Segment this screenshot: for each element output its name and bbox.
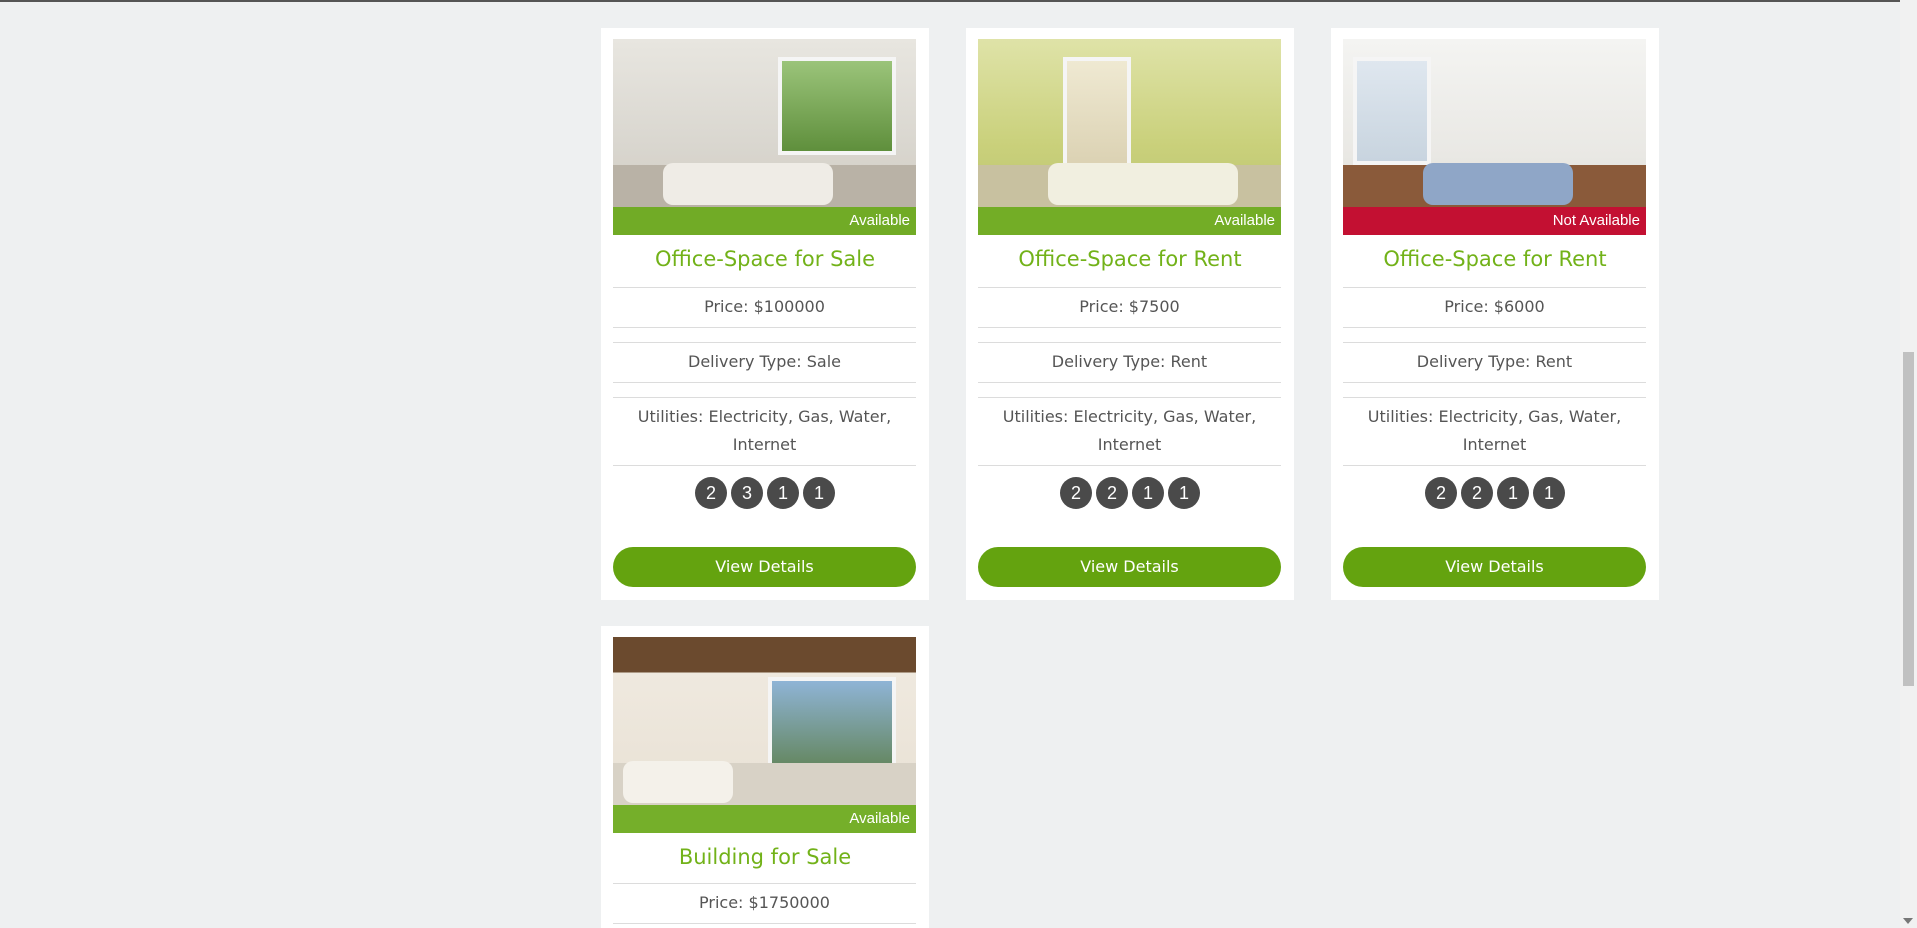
delivery-type-text: Delivery Type: Rent	[1051, 352, 1208, 371]
property-photo[interactable]: Available	[613, 39, 916, 235]
price-text: Price: $1750000	[699, 893, 830, 912]
browser-top-border	[0, 0, 1917, 2]
divider	[613, 327, 916, 328]
divider	[1343, 382, 1646, 383]
divider	[978, 287, 1281, 288]
feature-badges: 2 2 1 1	[1331, 477, 1659, 509]
feature-count-badge: 2	[1060, 477, 1092, 509]
feature-count-badge: 1	[1533, 477, 1565, 509]
divider	[978, 382, 1281, 383]
property-title[interactable]: Office-Space for Rent	[966, 247, 1294, 271]
divider	[978, 327, 1281, 328]
feature-count-badge: 1	[1168, 477, 1200, 509]
feature-count-badge: 1	[1497, 477, 1529, 509]
utilities-text-line2: Internet	[1462, 435, 1527, 454]
divider	[1343, 342, 1646, 343]
divider	[1343, 287, 1646, 288]
divider	[613, 923, 916, 924]
divider	[978, 342, 1281, 343]
property-card: Available Building for Sale Price: $1750…	[601, 626, 929, 928]
divider	[613, 397, 916, 398]
feature-badges: 2 2 1 1	[966, 477, 1294, 509]
divider	[613, 287, 916, 288]
feature-count-badge: 1	[1132, 477, 1164, 509]
feature-count-badge: 3	[731, 477, 763, 509]
delivery-type-text: Delivery Type: Sale	[688, 352, 841, 371]
utilities-text-line1: Utilities: Electricity, Gas, Water,	[637, 407, 892, 426]
availability-badge: Available	[613, 207, 916, 235]
property-card: Available Office-Space for Sale Price: $…	[601, 28, 929, 600]
property-title[interactable]: Building for Sale	[601, 845, 929, 869]
utilities-text-line2: Internet	[732, 435, 797, 454]
property-photo[interactable]: Not Available	[1343, 39, 1646, 235]
feature-count-badge: 2	[1461, 477, 1493, 509]
utilities-text-line2: Internet	[1097, 435, 1162, 454]
property-title[interactable]: Office-Space for Rent	[1331, 247, 1659, 271]
price-text: Price: $6000	[1444, 297, 1545, 316]
scrollbar-thumb[interactable]	[1903, 352, 1914, 686]
view-details-button[interactable]: View Details	[613, 547, 916, 587]
divider	[978, 397, 1281, 398]
divider	[1343, 397, 1646, 398]
page-scrollbar[interactable]	[1900, 0, 1917, 928]
scroll-down-arrow-icon[interactable]	[1903, 918, 1913, 924]
property-photo[interactable]: Available	[613, 637, 916, 833]
feature-count-badge: 1	[767, 477, 799, 509]
feature-count-badge: 2	[1096, 477, 1128, 509]
divider	[978, 465, 1281, 466]
property-card: Not Available Office-Space for Rent Pric…	[1331, 28, 1659, 600]
utilities-text-line1: Utilities: Electricity, Gas, Water,	[1367, 407, 1622, 426]
delivery-type-text: Delivery Type: Rent	[1416, 352, 1573, 371]
availability-badge: Available	[613, 805, 916, 833]
divider	[613, 883, 916, 884]
divider	[613, 465, 916, 466]
divider	[613, 342, 916, 343]
divider	[1343, 327, 1646, 328]
view-details-button[interactable]: View Details	[1343, 547, 1646, 587]
feature-count-badge: 2	[1425, 477, 1457, 509]
utilities-text-line1: Utilities: Electricity, Gas, Water,	[1002, 407, 1257, 426]
feature-count-badge: 2	[695, 477, 727, 509]
property-title[interactable]: Office-Space for Sale	[601, 247, 929, 271]
divider	[613, 382, 916, 383]
price-text: Price: $100000	[704, 297, 825, 316]
property-photo[interactable]: Available	[978, 39, 1281, 235]
availability-badge: Not Available	[1343, 207, 1646, 235]
price-text: Price: $7500	[1079, 297, 1180, 316]
view-details-button[interactable]: View Details	[978, 547, 1281, 587]
feature-count-badge: 1	[803, 477, 835, 509]
availability-badge: Available	[978, 207, 1281, 235]
divider	[1343, 465, 1646, 466]
property-card: Available Office-Space for Rent Price: $…	[966, 28, 1294, 600]
feature-badges: 2 3 1 1	[601, 477, 929, 509]
